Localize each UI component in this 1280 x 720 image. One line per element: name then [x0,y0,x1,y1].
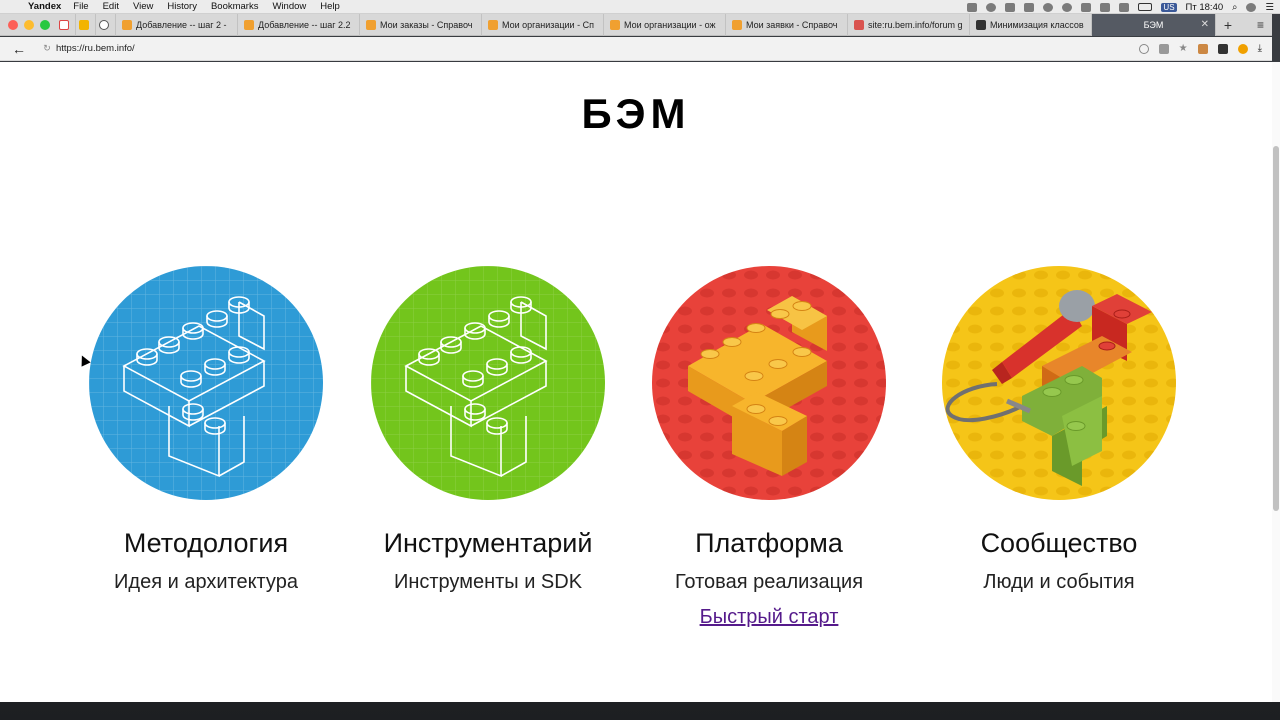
gmail-icon [58,19,69,30]
time-machine-icon[interactable] [1062,2,1073,12]
menu-window[interactable]: Window [272,1,306,12]
new-tab-button[interactable]: + [1216,17,1240,33]
card-subtitle: Готовая реализация [674,571,864,593]
url-field[interactable]: ↻ https://ru.bem.info/ [38,40,1138,58]
card-subtitle: Идея и архитектура [114,571,298,593]
macos-menubar: Yandex File Edit View History Bookmarks … [0,0,1280,14]
reader-icon[interactable] [1158,43,1169,54]
clock[interactable]: Пт 18:40 [1186,2,1224,13]
tab-active[interactable]: БЭМ ✕ [1092,13,1216,36]
platform-icon[interactable] [652,266,886,500]
tab-favicon-icon [854,19,864,30]
url-text[interactable]: https://ru.bem.info/ [56,43,135,54]
spotlight-icon[interactable]: ⌕ [1232,2,1237,13]
tab-3[interactable]: Мои организации - Сп [482,13,604,36]
browser-menu-icon[interactable]: ≡ [1257,18,1264,32]
tab-4[interactable]: Мои организации - ож [604,13,726,36]
wifi-icon[interactable] [1100,2,1111,12]
web-page: БЭМ Методология Идея и архитектура Инстр… [0,62,1272,702]
card-subtitle: Люди и события [983,571,1135,593]
reload-icon[interactable]: ↻ [38,43,56,54]
bookmark-star-icon[interactable]: ★ [1179,43,1188,54]
tab-title: Мои заказы - Справоч [380,19,473,30]
mail-icon [78,19,89,30]
page-scrollbar[interactable] [1272,62,1280,702]
card-methodology[interactable]: Методология Идея и архитектура [76,266,336,594]
tab-1[interactable]: Добавление -- шаг 2.2 [238,13,360,36]
volume-icon[interactable] [1119,2,1130,12]
pinned-tab-gmail[interactable] [56,13,76,36]
scrollbar-thumb[interactable] [1273,146,1279,511]
card-subtitle: Инструменты и SDK [393,571,583,593]
card-tools[interactable]: Инструментарий Инструменты и SDK [358,266,618,594]
quick-start-link[interactable]: Быстрый старт [700,606,839,629]
methodology-icon[interactable] [89,266,323,500]
pocket-icon[interactable] [1217,43,1228,54]
site-title: БЭМ [581,90,691,137]
docker-icon[interactable] [1024,2,1035,12]
card-title[interactable]: Инструментарий [358,528,618,559]
tab-favicon-icon [244,19,254,30]
card-title[interactable]: Сообщество [929,528,1189,559]
tools-icon[interactable] [371,266,605,500]
tab-title: Добавление -- шаг 2 - [136,19,227,30]
tab-bar: Добавление -- шаг 2 - Добавление -- шаг 2… [0,13,1272,36]
zoom-window-button[interactable] [40,19,50,30]
minimize-window-button[interactable] [24,19,34,30]
tab-title: site:ru.bem.info/forum g [868,19,963,30]
tab-title: БЭМ [1143,19,1164,30]
pinned-tab-pause[interactable] [96,13,116,36]
user-icon[interactable] [1246,2,1257,12]
extension-icon[interactable] [1197,43,1208,54]
bluetooth-icon[interactable] [1081,2,1092,12]
tab-title: Добавление -- шаг 2.2 [258,19,351,30]
pause-icon [98,19,109,30]
close-window-button[interactable] [8,19,18,30]
tab-favicon-icon [122,19,132,30]
battery-icon[interactable] [1138,3,1153,11]
tab-title: Мои организации - Сп [502,19,594,30]
menu-history[interactable]: History [167,1,197,12]
card-title[interactable]: Методология [76,528,336,559]
tabs-list: Добавление -- шаг 2 - Добавление -- шаг 2… [116,13,1092,36]
tab-0[interactable]: Добавление -- шаг 2 - [116,13,238,36]
tab-title: Мои организации - ож [624,19,716,30]
address-bar: ← ↻ https://ru.bem.info/ ★ ⤓ [0,37,1272,61]
card-community[interactable]: Сообщество Люди и события [929,266,1189,594]
menu-view[interactable]: View [133,1,153,12]
download-icon[interactable]: ⤓ [1258,43,1262,54]
tab-6[interactable]: site:ru.bem.info/forum g [848,13,970,36]
community-icon[interactable] [942,266,1176,500]
tab-favicon-icon [488,19,498,30]
pinned-tab-mail[interactable] [76,13,96,36]
tab-title: Минимизация классов [990,19,1084,30]
back-button[interactable]: ← [0,41,38,57]
menu-help[interactable]: Help [320,1,340,12]
app-menu[interactable]: Yandex [28,1,61,12]
tab-5[interactable]: Мои заявки - Справоч [726,13,848,36]
record-icon[interactable] [986,2,997,12]
menu-file[interactable]: File [73,1,88,12]
menu-edit[interactable]: Edit [103,1,119,12]
tab-favicon-icon [610,19,620,30]
notification-center-icon[interactable]: ☰ [1265,2,1274,13]
search-key-icon[interactable] [1138,43,1149,54]
dropbox-icon[interactable] [1005,2,1016,12]
input-language[interactable]: US [1161,2,1177,12]
tab-favicon-icon [366,19,376,30]
tab-title: Мои заявки - Справоч [746,19,838,30]
card-platform[interactable]: Платформа Готовая реализация Быстрый ста… [639,266,899,629]
tab-2[interactable]: Мои заказы - Справоч [360,13,482,36]
window-controls [0,19,56,30]
tab-favicon-icon [732,19,742,30]
status-app-icon[interactable] [967,2,978,12]
menu-bookmarks[interactable]: Bookmarks [211,1,259,12]
close-tab-icon[interactable]: ✕ [1201,19,1209,30]
sync-icon[interactable] [1043,2,1054,12]
tab-7[interactable]: Минимизация классов [970,13,1092,36]
tab-favicon-icon [976,19,986,30]
sync-status-icon[interactable] [1237,43,1248,54]
card-title[interactable]: Платформа [639,528,899,559]
